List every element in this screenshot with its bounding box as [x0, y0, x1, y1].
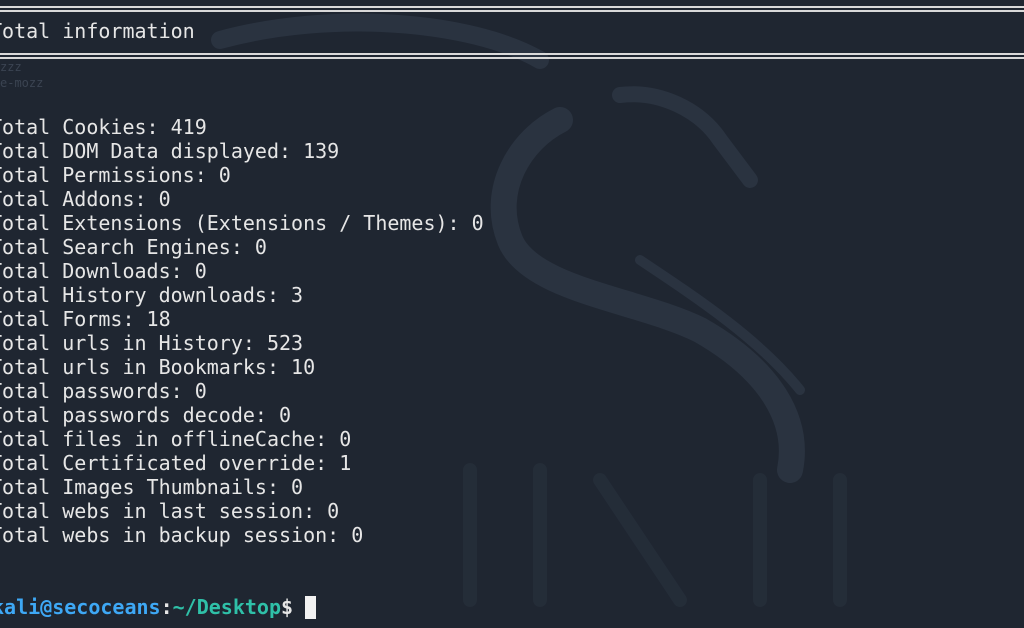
stat-line: Total Addons: 0: [0, 187, 171, 211]
prompt-colon: :: [160, 595, 173, 619]
stat-line: Total urls in History: 523: [0, 331, 304, 355]
stat-line: Total Search Engines: 0: [0, 235, 267, 259]
faded-output-line: e-mozz: [0, 76, 44, 90]
prompt-user-host: kali@secoceans: [0, 595, 161, 619]
bottom-rule-inner: [0, 57, 1024, 59]
stat-line: Total passwords: 0: [0, 379, 207, 403]
stat-line: Total Cookies: 419: [0, 115, 207, 139]
text-cursor[interactable]: [305, 595, 317, 619]
stat-line: Total urls in Bookmarks: 10: [0, 355, 316, 379]
prompt-symbol: $: [281, 595, 294, 619]
top-rule-inner: [0, 10, 1024, 12]
prompt-path: ~/Desktop: [172, 595, 281, 619]
stat-line: Total files in offlineCache: 0: [0, 427, 352, 451]
stat-line: Total passwords decode: 0: [0, 403, 292, 427]
stat-line: Total webs in last session: 0: [0, 499, 340, 523]
bottom-rule: [0, 53, 1024, 55]
stat-line: Total History downloads: 3: [0, 283, 304, 307]
stat-line: Total webs in backup session: 0: [0, 523, 364, 547]
stat-line: Total Forms: 18: [0, 307, 171, 331]
top-rule: [0, 6, 1024, 8]
section-title: Total information: [0, 19, 195, 43]
stat-line: Total Downloads: 0: [0, 259, 207, 283]
stat-line: Total DOM Data displayed: 139: [0, 139, 340, 163]
stat-line: Total Certificated override: 1: [0, 451, 352, 475]
stats-list: Total Cookies: 419 Total DOM Data displa…: [0, 115, 484, 547]
faded-output-line: zzz: [0, 60, 22, 74]
stat-line: Total Images Thumbnails: 0: [0, 475, 304, 499]
stat-line: Total Permissions: 0: [0, 163, 231, 187]
stat-line: Total Extensions (Extensions / Themes): …: [0, 211, 484, 235]
shell-prompt[interactable]: kali@secoceans: ~/Desktop $: [0, 595, 317, 619]
